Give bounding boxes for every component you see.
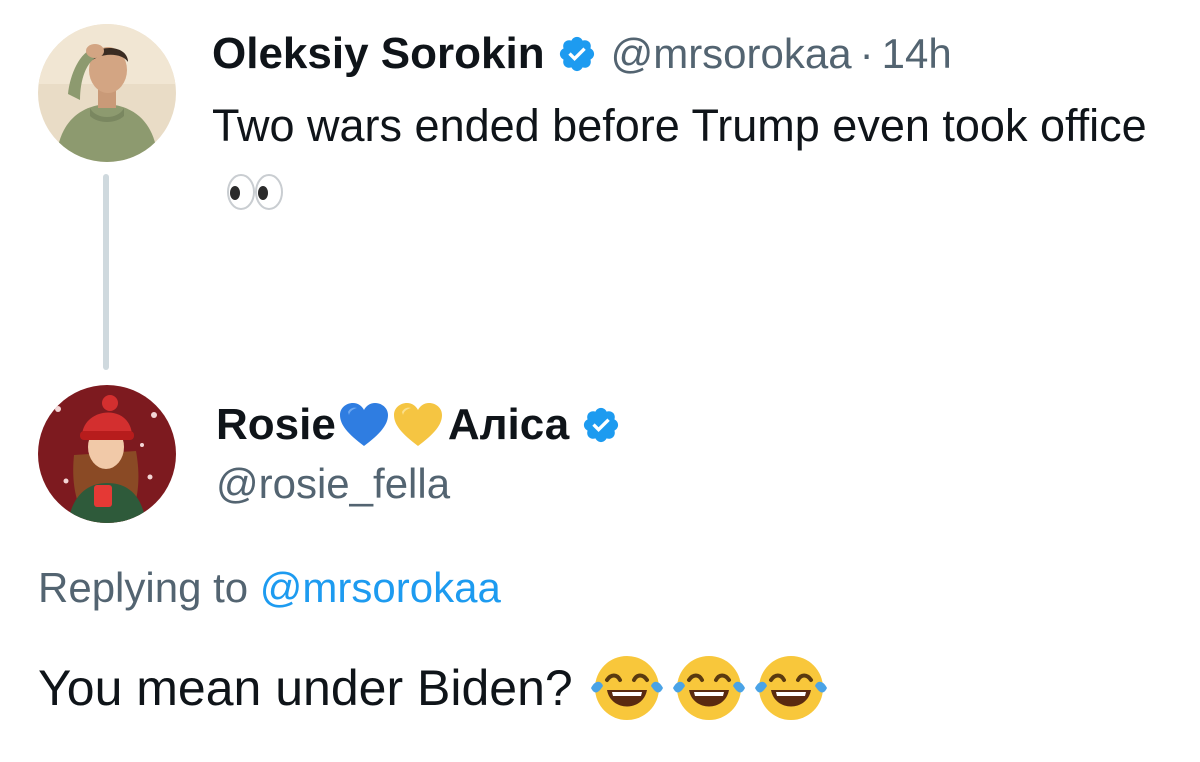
reply-author-handle[interactable]: @rosie_fella: [216, 460, 450, 508]
parent-tweet-header: Oleksiy Sorokin @mrsorokaa · 14h: [212, 26, 952, 82]
verified-badge-icon[interactable]: [557, 34, 597, 74]
tears-of-joy-emoji-icon: [589, 650, 665, 726]
replying-to-line: Replying to @mrsorokaa: [38, 564, 501, 612]
reply-author-name-row[interactable]: Rosie Аліса: [216, 395, 621, 455]
reply-author-name-suffix: Аліса: [447, 400, 570, 449]
parent-tweet-body: Two wars ended before Trump even took of…: [212, 100, 1147, 151]
replying-to-label: Replying to: [38, 564, 249, 611]
parent-author-name[interactable]: Oleksiy Sorokin: [212, 29, 545, 79]
tears-of-joy-emoji-icon: [671, 650, 747, 726]
rosie-avatar[interactable]: [38, 385, 176, 523]
reply-tweet-body: You mean under Biden?: [38, 660, 573, 716]
thread-connector-line: [103, 174, 109, 370]
tears-of-joy-emoji-icon: [753, 650, 829, 726]
eyes-emoji-icon: [226, 164, 284, 228]
reply-tweet-text: You mean under Biden?: [38, 650, 829, 726]
tweet-timestamp[interactable]: 14h: [882, 30, 952, 78]
meta-separator: ·: [859, 30, 874, 77]
parent-author-handle[interactable]: @mrsorokaa: [611, 30, 852, 78]
replying-to-mention-link[interactable]: @mrsorokaa: [260, 564, 501, 611]
yellow-heart-emoji-icon: [392, 402, 444, 448]
parent-tweet-text: Two wars ended before Trump even took of…: [212, 94, 1192, 228]
blue-heart-emoji-icon: [338, 402, 390, 448]
oleksiy-avatar[interactable]: [38, 24, 176, 162]
reply-author-name-prefix: Rosie: [216, 400, 336, 449]
verified-badge-icon[interactable]: [581, 405, 621, 445]
